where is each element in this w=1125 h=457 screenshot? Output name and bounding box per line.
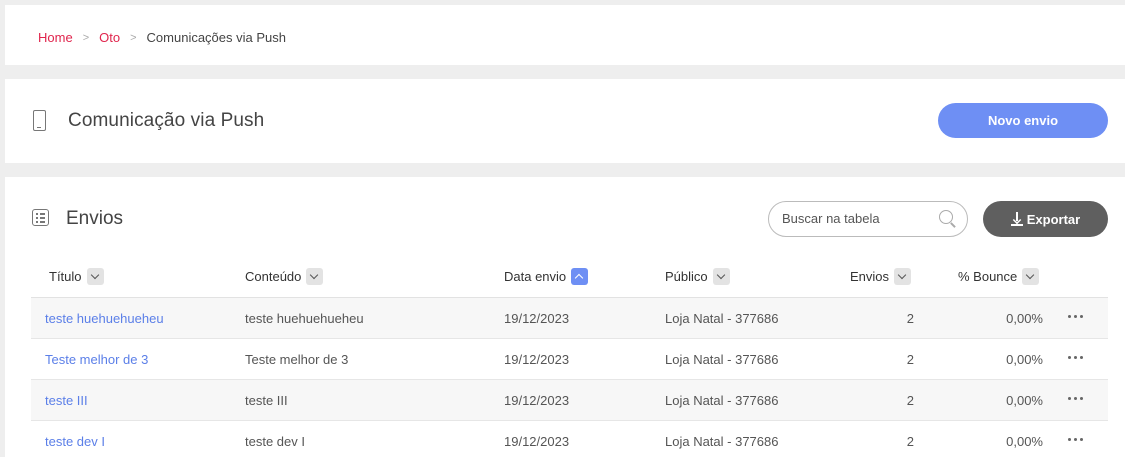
column-header-conteudo: Conteúdo <box>245 268 324 285</box>
row-date: 19/12/2023 <box>504 434 570 449</box>
download-icon <box>1010 212 1023 226</box>
column-label: Envios <box>850 269 890 284</box>
row-sends: 2 <box>906 352 914 367</box>
row-content: teste huehuehueheu <box>245 311 364 326</box>
column-header-data-envio: Data envio <box>504 268 589 285</box>
phone-icon <box>33 110 46 131</box>
row-date: 19/12/2023 <box>504 393 570 408</box>
column-header-titulo: Título <box>49 268 104 285</box>
page-title: Comunicação via Push <box>68 110 265 131</box>
row-bounce: 0,00% <box>1006 393 1043 408</box>
table-search <box>768 201 968 237</box>
chevron-down-icon[interactable] <box>1022 268 1040 285</box>
export-button[interactable]: Exportar <box>983 201 1108 237</box>
column-header-publico: Público <box>665 268 730 285</box>
breadcrumb-separator: > <box>130 31 137 44</box>
row-audience: Loja Natal - 377686 <box>665 393 779 408</box>
more-options-icon[interactable] <box>1065 347 1087 367</box>
column-label: % Bounce <box>958 269 1018 284</box>
row-date: 19/12/2023 <box>504 311 570 326</box>
breadcrumb-separator: > <box>82 31 90 44</box>
row-title-link[interactable]: teste III <box>45 393 88 408</box>
column-label: Conteúdo <box>245 269 302 284</box>
sends-table: Título Conteúdo Data envio Público Envio… <box>31 256 1108 457</box>
row-title-link[interactable]: Teste melhor de 3 <box>45 352 148 367</box>
breadcrumb-home-link[interactable]: Home <box>38 30 73 45</box>
table-row: teste huehuehueheu teste huehuehueheu 19… <box>31 298 1108 339</box>
row-sends: 2 <box>906 311 914 326</box>
breadcrumb: Home > Oto > Comunicações via Push <box>38 30 286 45</box>
row-bounce: 0,00% <box>1006 311 1043 326</box>
row-content: teste III <box>245 393 288 408</box>
search-icon[interactable] <box>939 210 953 224</box>
more-options-icon[interactable] <box>1065 388 1087 408</box>
breadcrumb-oto-link[interactable]: Oto <box>99 30 120 45</box>
breadcrumb-card: Home > Oto > Comunicações via Push <box>5 5 1125 65</box>
column-header-envios: Envios <box>850 268 912 285</box>
more-options-icon[interactable] <box>1065 306 1087 326</box>
chevron-down-icon[interactable] <box>86 268 104 285</box>
row-bounce: 0,00% <box>1006 352 1043 367</box>
row-title-link[interactable]: teste dev I <box>45 434 105 449</box>
column-header-bounce: % Bounce <box>958 268 1040 285</box>
table-row: Teste melhor de 3 Teste melhor de 3 19/1… <box>31 339 1108 380</box>
row-date: 19/12/2023 <box>504 352 570 367</box>
section-title: Envios <box>66 208 124 229</box>
row-audience: Loja Natal - 377686 <box>665 352 779 367</box>
sends-table-card: Envios Exportar Título Conteúdo Data env… <box>5 177 1125 457</box>
row-sends: 2 <box>906 393 914 408</box>
chevron-down-icon[interactable] <box>306 268 324 285</box>
export-button-label: Exportar <box>1026 211 1081 227</box>
row-audience: Loja Natal - 377686 <box>665 434 779 449</box>
table-header: Título Conteúdo Data envio Público Envio… <box>31 256 1108 298</box>
search-input[interactable] <box>782 211 932 226</box>
breadcrumb-current: Comunicações via Push <box>146 30 286 45</box>
row-content: teste dev I <box>245 434 305 449</box>
table-row: teste dev I teste dev I 19/12/2023 Loja … <box>31 421 1108 457</box>
chevron-up-icon[interactable] <box>571 268 589 285</box>
column-label: Título <box>49 269 82 284</box>
row-content: Teste melhor de 3 <box>245 352 349 367</box>
page-header-card: Comunicação via Push Novo envio <box>5 79 1125 163</box>
table-row: teste III teste III 19/12/2023 Loja Nata… <box>31 380 1108 421</box>
row-sends: 2 <box>906 434 914 449</box>
row-bounce: 0,00% <box>1006 434 1043 449</box>
chevron-down-icon[interactable] <box>712 268 730 285</box>
column-label: Data envio <box>504 269 567 284</box>
column-label: Público <box>665 269 708 284</box>
table-body: teste huehuehueheu teste huehuehueheu 19… <box>31 298 1108 457</box>
row-title-link[interactable]: teste huehuehueheu <box>45 311 164 326</box>
new-send-button[interactable]: Novo envio <box>938 103 1108 138</box>
list-icon <box>32 209 49 226</box>
chevron-down-icon[interactable] <box>894 268 912 285</box>
row-audience: Loja Natal - 377686 <box>665 311 779 326</box>
more-options-icon[interactable] <box>1065 429 1087 449</box>
